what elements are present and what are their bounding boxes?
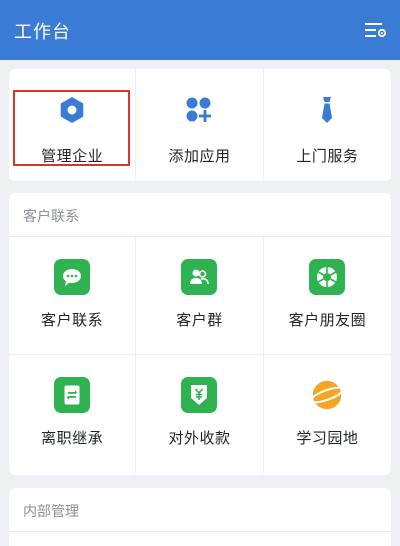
section-header: 客户联系 <box>9 193 391 237</box>
customer-contact-button[interactable]: 客户联系 <box>9 237 137 355</box>
filter-settings-icon[interactable] <box>364 20 388 40</box>
manage-enterprise-button[interactable]: 管理企业 <box>9 69 137 181</box>
app-label: 离职继承 <box>41 429 104 447</box>
section-title: 客户联系 <box>23 209 79 225</box>
add-apps-icon <box>184 95 214 125</box>
app-label: 客户朋友圈 <box>288 311 367 329</box>
transfer-icon <box>54 377 91 413</box>
resignation-inherit-button[interactable]: 离职继承 <box>9 355 137 473</box>
app-label: 上门服务 <box>296 147 359 165</box>
app-label: 管理企业 <box>41 147 104 165</box>
app-label: 学习园地 <box>296 429 359 447</box>
add-app-button[interactable]: 添加应用 <box>136 69 264 181</box>
section-header: 内部管理 <box>9 488 391 532</box>
group-icon <box>181 259 218 295</box>
planet-icon <box>309 377 345 413</box>
necktie-icon <box>312 95 342 125</box>
home-service-button[interactable]: 上门服务 <box>264 69 391 181</box>
top-apps-card: 管理企业 添加应用 上门服务 <box>9 69 391 181</box>
yen-shield-icon <box>181 377 218 413</box>
external-payment-button[interactable]: 对外收款 <box>136 355 264 473</box>
app-label: 添加应用 <box>168 147 231 165</box>
internal-management-card: 内部管理 <box>9 488 391 546</box>
app-label: 客户联系 <box>41 311 104 329</box>
hexagon-icon <box>57 95 87 125</box>
aperture-icon <box>309 259 346 295</box>
chat-bubble-icon <box>54 259 91 295</box>
app-label: 客户群 <box>176 311 223 329</box>
section-title: 内部管理 <box>23 504 79 520</box>
customer-contact-card: 客户联系 客户联系 客户群 客户朋友圈 离职继承 对外收款 学习园地 <box>9 193 391 475</box>
customer-moments-button[interactable]: 客户朋友圈 <box>263 237 391 355</box>
top-bar: 工作台 <box>0 0 400 60</box>
customer-group-button[interactable]: 客户群 <box>136 237 264 355</box>
app-label: 对外收款 <box>168 429 231 447</box>
page-title: 工作台 <box>14 22 71 43</box>
learning-garden-button[interactable]: 学习园地 <box>264 355 391 473</box>
